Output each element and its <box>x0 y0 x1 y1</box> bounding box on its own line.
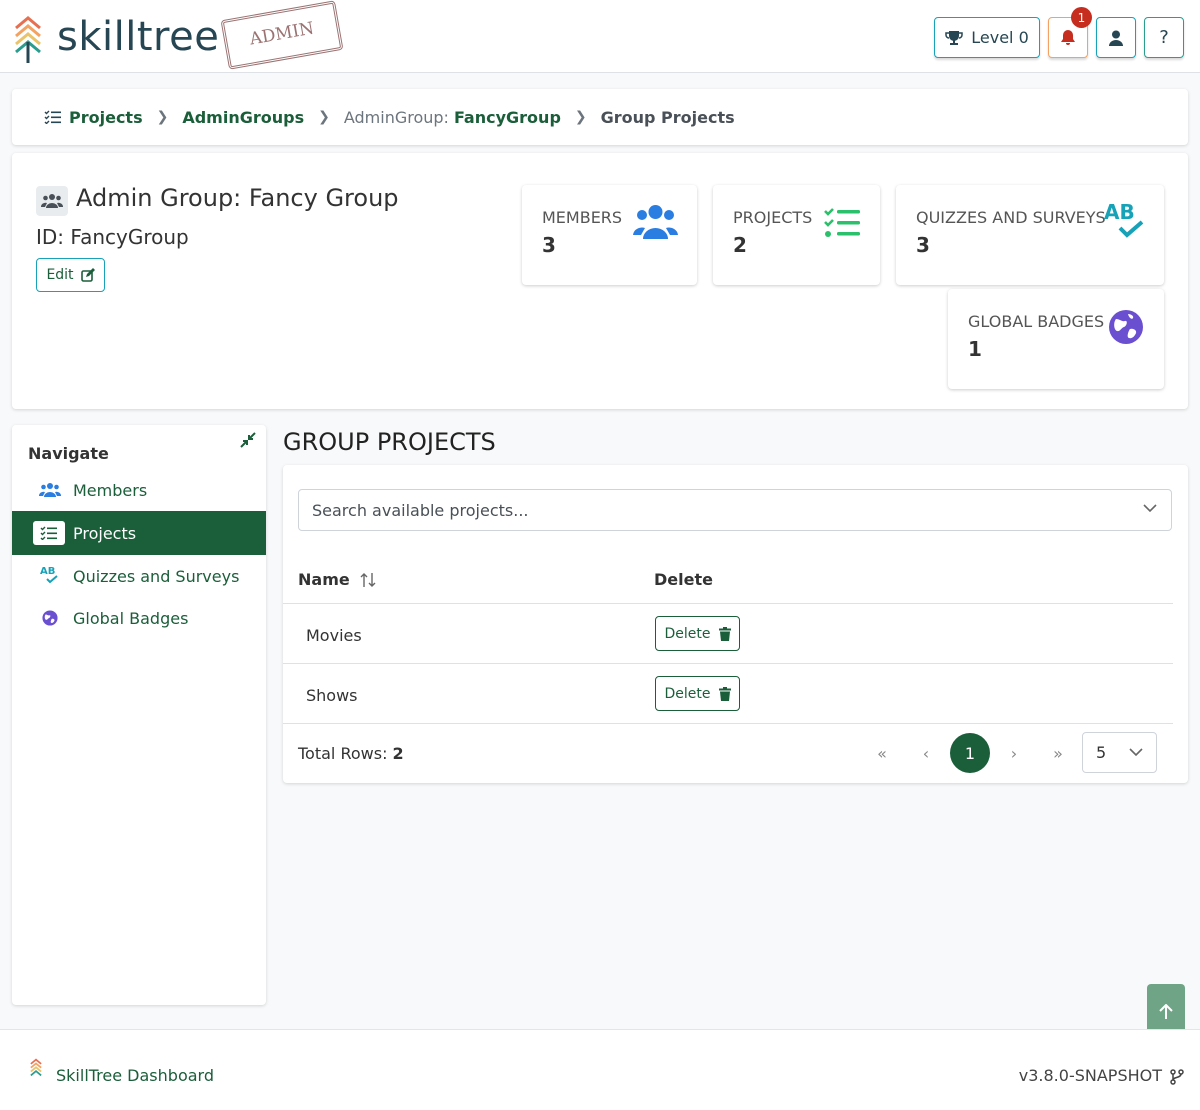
stat-value: 2 <box>733 233 747 257</box>
bell-icon <box>1061 30 1075 45</box>
breadcrumb-admin-groups-link[interactable]: AdminGroups <box>182 108 304 127</box>
group-header-card: Admin Group: Fancy Group ID: FancyGroup … <box>12 153 1188 409</box>
nav-item-quizzes[interactable]: AB Quizzes and Surveys <box>12 555 266 597</box>
sort-icon <box>360 572 376 587</box>
trash-icon <box>718 626 731 641</box>
stat-value: 1 <box>968 337 982 361</box>
spell-check-icon: AB <box>1104 201 1149 241</box>
delete-button[interactable]: Delete <box>655 676 740 711</box>
admin-stamp: ADMIN <box>220 0 344 70</box>
level-label: Level 0 <box>971 28 1029 47</box>
user-icon <box>1109 30 1123 46</box>
section-title: GROUP PROJECTS <box>283 428 496 456</box>
footer-title[interactable]: SkillTree Dashboard <box>56 1066 214 1085</box>
edit-group-button[interactable]: Edit <box>36 258 105 292</box>
nav-item-label: Projects <box>73 523 137 543</box>
globe-icon <box>42 610 58 626</box>
top-header: skilltree ADMIN Level 0 1 ? <box>0 0 1200 73</box>
users-icon <box>39 483 61 497</box>
first-page-icon[interactable]: « <box>862 733 902 773</box>
stat-value: 3 <box>916 233 930 257</box>
chevron-right-icon: ❯ <box>574 109 587 125</box>
delete-label: Delete <box>664 685 711 702</box>
stat-card-global-badges: Global Badges 1 <box>948 289 1164 389</box>
stat-label: Projects <box>733 208 813 227</box>
divider <box>283 603 1173 604</box>
divider <box>283 723 1173 724</box>
arrow-up-icon <box>1159 1004 1173 1019</box>
trash-icon <box>718 686 731 701</box>
breadcrumb: Projects ❯ AdminGroups ❯ AdminGroup: Fan… <box>12 89 1188 145</box>
help-label: ? <box>1159 27 1169 48</box>
previous-page-icon[interactable]: ‹ <box>906 733 946 773</box>
list-check-icon <box>824 208 860 237</box>
collapse-icon[interactable] <box>240 432 256 448</box>
breadcrumb-group-prefix: AdminGroup: <box>343 107 449 127</box>
nav-item-label: Quizzes and Surveys <box>73 566 240 586</box>
users-icon <box>633 205 678 239</box>
spell-check-icon: AB <box>38 566 62 586</box>
page-button[interactable]: 1 <box>950 733 990 773</box>
last-page-icon[interactable]: » <box>1038 733 1078 773</box>
column-header-delete: Delete <box>654 570 713 589</box>
nav-item-label: Members <box>73 480 148 500</box>
column-label: Name <box>298 570 350 589</box>
page-title: Admin Group: Fancy Group <box>76 184 399 212</box>
edit-icon <box>80 268 95 282</box>
brand-name[interactable]: skilltree <box>57 12 219 62</box>
chevron-down-icon <box>1143 504 1157 513</box>
help-button[interactable]: ? <box>1144 17 1184 58</box>
list-check-icon <box>40 526 57 540</box>
stat-card-projects: Projects 2 <box>713 185 880 285</box>
code-branch-icon <box>1170 1069 1184 1085</box>
version-label: v3.8.0-SNAPSHOT <box>1018 1066 1162 1085</box>
divider <box>283 663 1173 664</box>
total-rows-label: Total Rows: <box>298 744 388 763</box>
stat-label: Global Badges <box>968 312 1105 331</box>
delete-label: Delete <box>664 625 711 642</box>
user-menu-button[interactable] <box>1096 17 1136 58</box>
stat-label: Quizzes and Surveys <box>916 208 1106 227</box>
navigation-panel: Navigate Members Projects AB Quizzes and… <box>12 425 266 1005</box>
total-rows-value: 2 <box>392 744 404 763</box>
chevron-right-icon: ❯ <box>156 109 169 125</box>
nav-item-label: Global Badges <box>73 608 189 628</box>
table-cell-name: Movies <box>306 626 362 645</box>
stat-card-quizzes: Quizzes and Surveys 3 AB <box>896 185 1164 285</box>
list-check-icon <box>44 110 61 124</box>
next-page-icon[interactable]: › <box>994 733 1034 773</box>
globe-icon <box>1109 310 1143 344</box>
stat-value: 3 <box>542 233 556 257</box>
footer: SkillTree Dashboard v3.8.0-SNAPSHOT <box>0 1029 1200 1110</box>
total-rows: Total Rows: 2 <box>298 744 404 763</box>
breadcrumb-current: Group Projects <box>600 107 735 127</box>
stat-label: Members <box>542 208 623 227</box>
breadcrumb-projects-link[interactable]: Projects <box>69 108 143 127</box>
column-header-name[interactable]: Name <box>298 570 376 589</box>
skilltree-logo-icon <box>30 1058 42 1077</box>
nav-item-global-badges[interactable]: Global Badges <box>12 597 266 639</box>
chevron-down-icon <box>1129 748 1143 757</box>
search-placeholder: Search available projects... <box>312 500 529 520</box>
group-projects-table-card: Search available projects... Name Delete… <box>283 465 1188 783</box>
skilltree-logo-icon[interactable] <box>14 15 42 65</box>
stat-card-members: Members 3 <box>522 185 697 285</box>
table-cell-name: Shows <box>306 686 358 705</box>
level-button[interactable]: Level 0 <box>934 17 1040 58</box>
breadcrumb-group-link[interactable]: FancyGroup <box>454 108 561 127</box>
trophy-icon <box>945 30 963 45</box>
project-search-select[interactable]: Search available projects... <box>298 489 1172 531</box>
group-id: ID: FancyGroup <box>36 225 189 249</box>
nav-item-projects[interactable]: Projects <box>12 511 266 555</box>
delete-button[interactable]: Delete <box>655 616 740 651</box>
chevron-right-icon: ❯ <box>318 109 330 125</box>
nav-title: Navigate <box>28 444 109 463</box>
notification-count-badge: 1 <box>1071 7 1092 28</box>
users-icon <box>36 186 68 216</box>
nav-item-members[interactable]: Members <box>12 469 266 511</box>
page-size-select[interactable]: 5 <box>1082 732 1157 773</box>
page-size-value: 5 <box>1096 743 1107 762</box>
edit-label: Edit <box>46 267 74 283</box>
